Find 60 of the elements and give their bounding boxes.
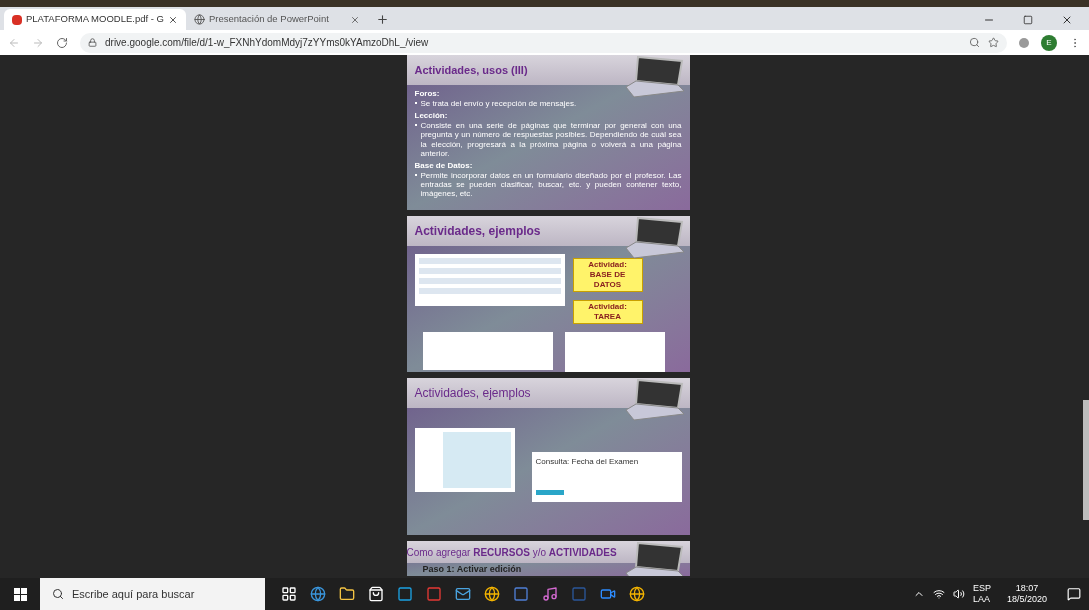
browser-tab[interactable]: Presentación de PowerPoint (186, 9, 368, 30)
slide-title: Como agregar RECURSOS y/o ACTIVIDADES (406, 545, 617, 560)
language-label[interactable]: ESP (972, 582, 991, 594)
zoom-icon[interactable] (969, 37, 980, 48)
extension-icon[interactable] (1019, 37, 1029, 48)
slide-title: Actividades, usos (III) (414, 62, 528, 78)
app-icon[interactable] (426, 586, 442, 602)
close-icon[interactable] (168, 14, 178, 25)
dialog-title: Consulta: Fecha del Examen (535, 456, 640, 468)
notifications-icon[interactable] (1067, 587, 1081, 601)
pdf-icon (12, 14, 22, 25)
clock-time[interactable]: 18:07 (1015, 582, 1039, 594)
section-text: Consiste en una serie de páginas que terminar por general con una pregunta y un número de respuestas posibles. Dependiendo de cuál sea la elección, progresará a la próxima página o volverá a una página anterior. (420, 121, 682, 158)
mail-icon[interactable] (455, 586, 471, 602)
close-icon[interactable] (1061, 14, 1073, 26)
video-call-icon[interactable] (600, 586, 616, 602)
section-heading: Lección: (414, 111, 449, 122)
callout-label: Actividad: BASE DE DATOS (572, 258, 643, 292)
section-text: Se trata del envío y recepción de mensajes. (420, 99, 577, 109)
windows-logo-icon[interactable] (13, 587, 27, 601)
section-text: Permite incorporar datos en un formulario diseñado por el profesor. Las entradas se pueden clasificar, buscar, etc. y pueden contener texto, imágenes, etc. (420, 170, 682, 199)
tab-title: Presentación de PowerPoint (209, 12, 330, 27)
task-view-icon[interactable] (281, 586, 297, 602)
keyboard-layout-label[interactable]: LAA (972, 594, 991, 606)
bullet-icon (414, 124, 417, 127)
volume-icon[interactable] (952, 588, 965, 600)
laptop-icon (623, 55, 686, 99)
browser-tab[interactable]: PLATAFORMA MOODLE.pdf - G (4, 9, 186, 30)
bullet-icon (414, 173, 417, 176)
laptop-icon (623, 378, 686, 422)
laptop-icon (623, 216, 686, 260)
network-icon[interactable] (932, 588, 945, 600)
slide-title: Actividades, ejemplos (414, 223, 541, 240)
profile-avatar[interactable]: E (1041, 34, 1057, 51)
section-heading: Base de Datos: (414, 160, 474, 171)
address-bar[interactable]: drive.google.com/file/d/1-w_FXNhYdomMdyj7zYYms0kYAmzoDhL_/view (80, 32, 1007, 53)
section-heading: Foros: (414, 89, 441, 99)
laptop-icon (623, 541, 686, 576)
reload-icon[interactable] (56, 36, 68, 49)
store-icon[interactable] (368, 586, 384, 602)
search-field[interactable]: Escribe aquí para buscar (40, 578, 265, 610)
lock-icon (88, 38, 97, 47)
app-icon[interactable] (397, 586, 413, 602)
folder-icon[interactable] (339, 586, 355, 602)
maximize-icon[interactable] (1023, 15, 1033, 25)
search-icon (52, 588, 64, 600)
submit-bar (535, 490, 564, 495)
music-icon[interactable] (542, 586, 558, 602)
bookmark-star-icon[interactable] (988, 37, 999, 48)
search-placeholder: Escribe aquí para buscar (72, 586, 195, 602)
tab-title: PLATAFORMA MOODLE.pdf - G (26, 12, 164, 27)
scrollbar-thumb[interactable] (1083, 400, 1089, 520)
browser-icon[interactable] (310, 586, 326, 602)
url-text: drive.google.com/file/d/1-w_FXNhYdomMdyj7zYYms0kYAmzoDhL_/view (105, 36, 429, 50)
slide-subtitle: Paso 1: Activar edición (421, 563, 523, 576)
slide-title: Actividades, ejemplos (414, 385, 531, 402)
callout-label: Actividad: TAREA (572, 300, 643, 324)
globe-icon (194, 14, 205, 25)
clock-date[interactable]: 18/5/2020 (1006, 594, 1047, 606)
new-tab-icon[interactable] (376, 13, 389, 26)
